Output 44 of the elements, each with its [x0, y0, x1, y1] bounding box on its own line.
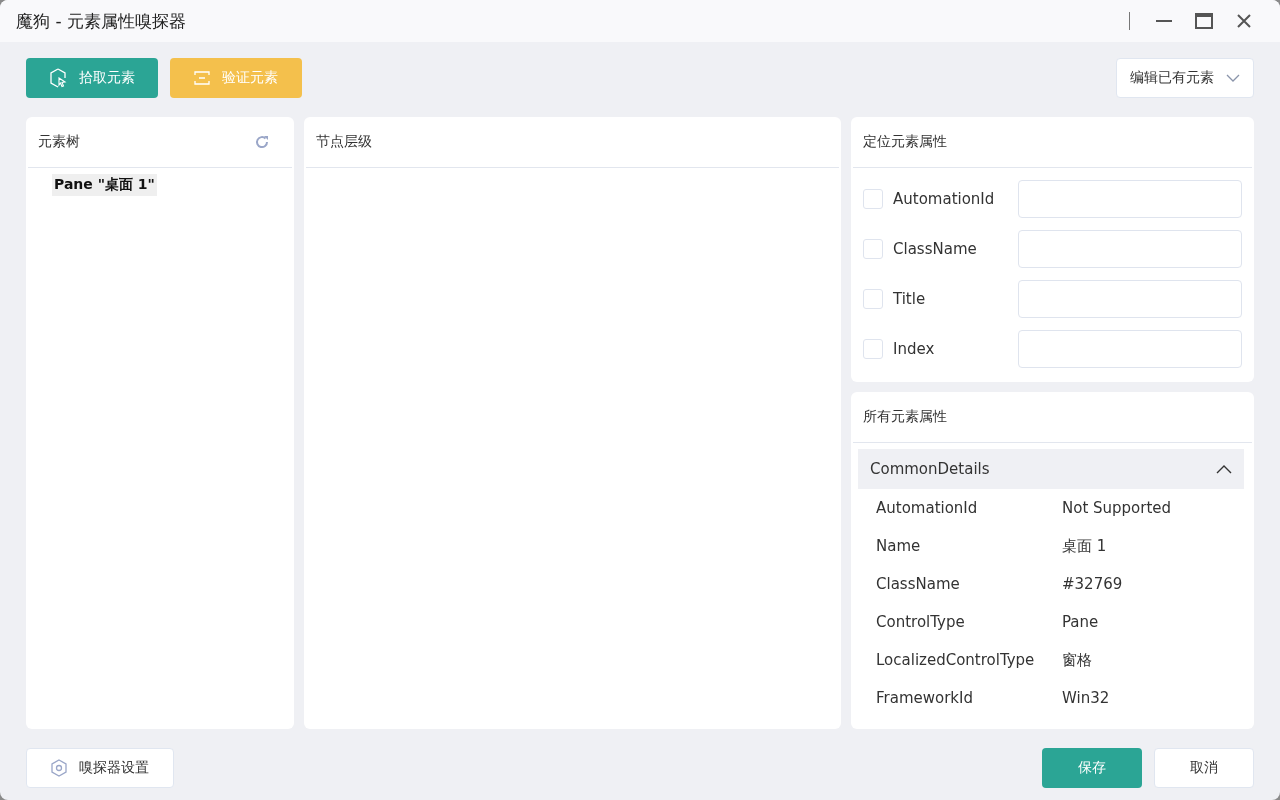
checkbox[interactable]	[863, 289, 883, 309]
property-value: 桌面 1	[1062, 536, 1107, 556]
property-name: ClassName	[876, 575, 961, 593]
checkbox[interactable]	[863, 239, 883, 259]
input-field[interactable]	[1018, 330, 1242, 368]
refresh-icon[interactable]	[254, 134, 270, 150]
property-value: #32769	[1062, 575, 1123, 593]
edit-existing-dropdown[interactable]: 编辑已有元素	[1116, 58, 1254, 98]
chevron-down-icon	[1226, 74, 1240, 82]
tree-item[interactable]: Pane "桌面 1"	[52, 174, 157, 196]
property-value: 窗格	[1062, 650, 1092, 670]
property-value: Not Supported	[1062, 499, 1172, 517]
chevron-up-icon	[1216, 464, 1232, 474]
property-label: ClassName	[893, 240, 978, 258]
panel-title: 节点层级	[316, 133, 372, 151]
minimize-icon	[1155, 20, 1173, 22]
close-icon	[1236, 13, 1252, 29]
property-name: FrameworkId	[876, 689, 974, 707]
panel-title: 所有元素属性	[863, 408, 947, 426]
window-title: 魔狗 - 元素属性嗅探器	[16, 9, 187, 33]
property-label: Title	[893, 290, 927, 308]
accordion-header[interactable]: CommonDetails	[858, 449, 1244, 489]
property-label: Index	[893, 340, 936, 358]
cursor-hexagon-icon	[49, 68, 67, 88]
sniffer-settings-button[interactable]: 嗅探器设置	[26, 748, 174, 788]
cancel-button[interactable]: 取消	[1154, 748, 1254, 788]
panel-title: 元素树	[38, 133, 80, 151]
property-value: Win32	[1062, 689, 1110, 707]
frame-icon	[194, 71, 210, 85]
input-field[interactable]	[1018, 180, 1242, 218]
property-value: Pane	[1062, 613, 1099, 631]
property-name: LocalizedControlType	[876, 651, 1036, 669]
panel-title: 定位元素属性	[863, 133, 947, 151]
input-field[interactable]	[1018, 280, 1242, 318]
property-label: AutomationId	[893, 190, 996, 208]
checkbox[interactable]	[863, 339, 883, 359]
property-name: ControlType	[876, 613, 966, 631]
maximize-icon	[1195, 13, 1213, 29]
property-name: AutomationId	[876, 499, 979, 517]
accordion-title: CommonDetails	[870, 460, 990, 478]
checkbox[interactable]	[863, 189, 883, 209]
hexagon-icon	[51, 759, 67, 777]
property-name: Name	[876, 537, 922, 555]
input-field[interactable]	[1018, 230, 1242, 268]
